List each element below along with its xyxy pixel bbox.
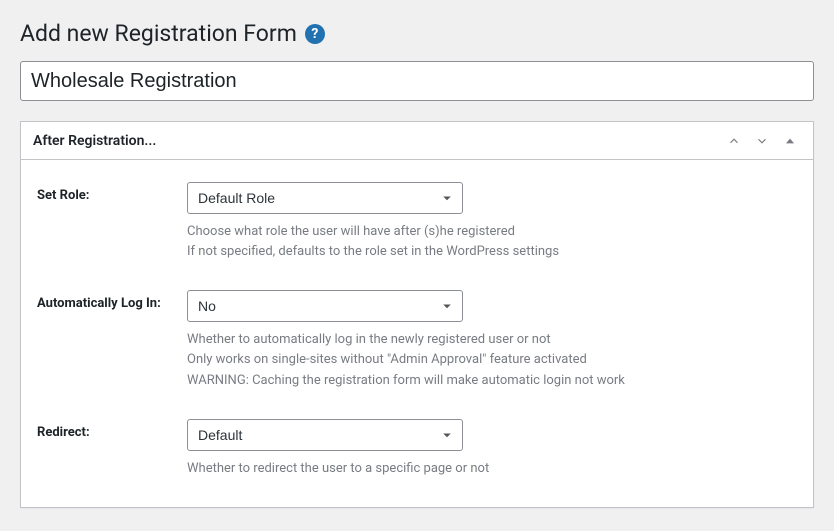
panel-header: After Registration... — [21, 122, 813, 160]
toggle-panel-button[interactable] — [779, 130, 801, 152]
page-title-text: Add new Registration Form — [20, 20, 297, 47]
page-title: Add new Registration Form ? — [20, 20, 814, 47]
chevron-down-icon — [755, 134, 769, 148]
auto-login-help: Whether to automatically log in the newl… — [187, 330, 797, 390]
redirect-row: Redirect: Default Whether to redirect th… — [37, 419, 797, 479]
redirect-select[interactable]: Default — [187, 419, 463, 451]
auto-login-label: Automatically Log In: — [37, 290, 187, 311]
chevron-up-icon — [727, 134, 741, 148]
set-role-select[interactable]: Default Role — [187, 182, 463, 214]
help-icon[interactable]: ? — [305, 24, 325, 44]
set-role-help: Choose what role the user will have afte… — [187, 222, 797, 262]
panel-title: After Registration... — [33, 133, 156, 149]
move-up-button[interactable] — [723, 130, 745, 152]
panel-controls — [723, 130, 801, 152]
after-registration-panel: After Registration... Set Role: Default … — [20, 121, 814, 508]
set-role-label: Set Role: — [37, 182, 187, 203]
move-down-button[interactable] — [751, 130, 773, 152]
auto-login-select[interactable]: No — [187, 290, 463, 322]
redirect-help: Whether to redirect the user to a specif… — [187, 459, 797, 479]
triangle-up-icon — [783, 134, 797, 148]
panel-body: Set Role: Default Role Choose what role … — [21, 160, 813, 507]
set-role-row: Set Role: Default Role Choose what role … — [37, 182, 797, 262]
auto-login-row: Automatically Log In: No Whether to auto… — [37, 290, 797, 390]
redirect-label: Redirect: — [37, 419, 187, 440]
form-title-input[interactable] — [20, 61, 814, 101]
